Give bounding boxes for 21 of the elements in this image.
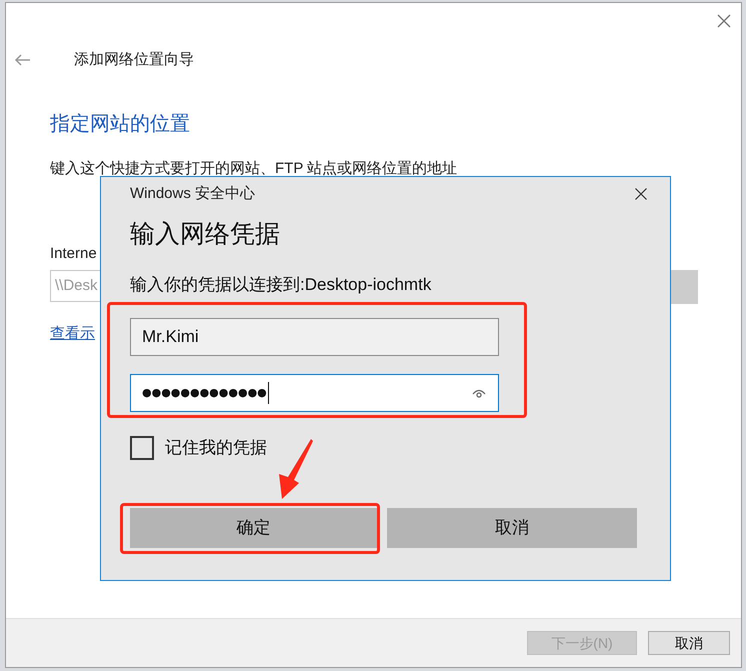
password-dots: ●●●●●●●●●●●●●	[142, 385, 267, 401]
ok-button[interactable]: 确定	[130, 508, 377, 548]
cancel-button[interactable]: 取消	[387, 508, 637, 548]
example-link[interactable]: 查看示	[50, 324, 95, 344]
password-field[interactable]: ●●●●●●●●●●●●●	[130, 374, 499, 412]
text-cursor-icon	[268, 382, 269, 404]
cancel-button[interactable]: 取消	[648, 631, 730, 655]
dialog-app-title: Windows 安全中心	[130, 185, 256, 203]
description-text: 键入这个快捷方式要打开的网站、FTP 站点或网络位置的地址	[50, 160, 458, 178]
close-icon	[635, 188, 647, 200]
prompt-text: 输入你的凭据以连接到:Desktop-iochmtk	[130, 275, 432, 295]
close-icon	[717, 14, 731, 28]
field-label: Interne	[50, 244, 97, 264]
wizard-title: 添加网络位置向导	[74, 50, 194, 70]
back-arrow-icon[interactable]	[14, 54, 30, 66]
remember-checkbox[interactable]	[130, 436, 154, 460]
page-heading: 指定网站的位置	[50, 112, 190, 137]
eye-icon[interactable]	[472, 388, 486, 398]
dialog-heading: 输入网络凭据	[130, 219, 280, 250]
username-field[interactable]: Mr.Kimi	[130, 318, 499, 356]
checkbox-label: 记住我的凭据	[165, 438, 267, 458]
